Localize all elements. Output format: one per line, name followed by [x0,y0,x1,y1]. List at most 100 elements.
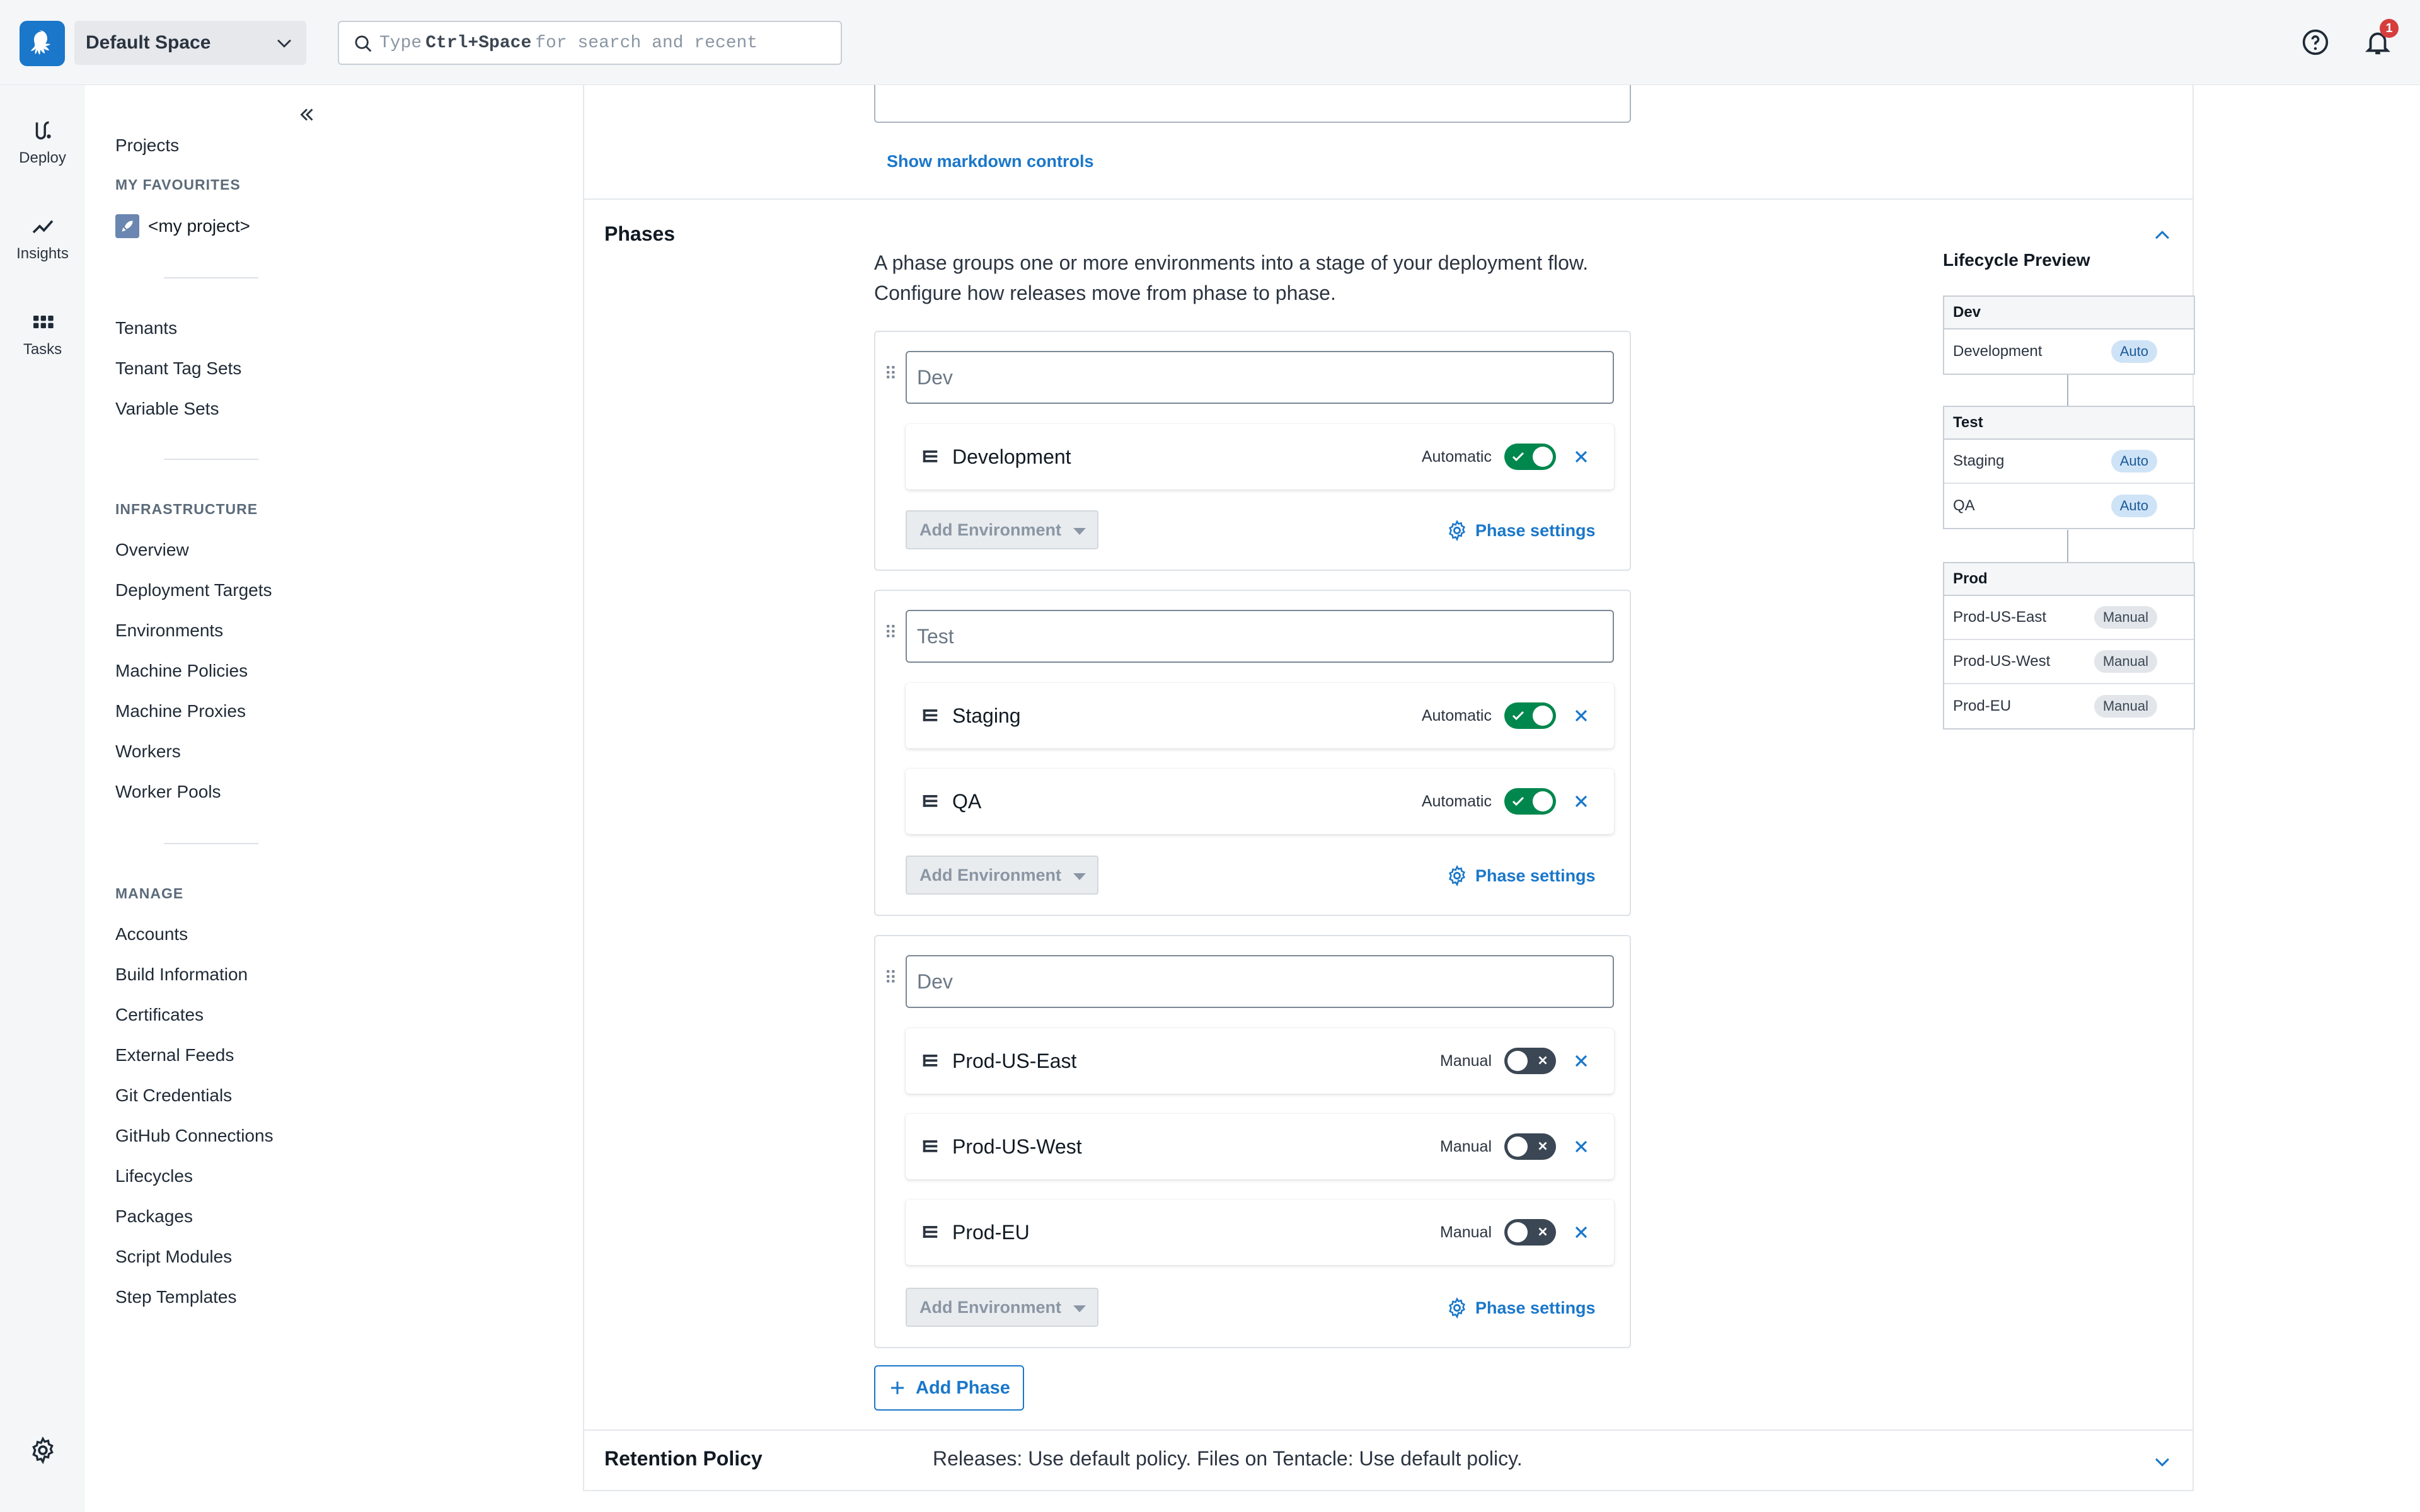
rail-tasks-label: Tasks [23,341,62,358]
divider [164,459,258,460]
status-badge: Auto [2111,495,2157,517]
favourite-project-label: <my project> [148,216,250,236]
drag-handle-icon[interactable]: ⠿ [884,364,897,384]
insights-icon [32,220,53,234]
rail-insights-label: Insights [16,245,69,262]
close-icon[interactable] [1571,1137,1591,1157]
phase-card: ⠿ Dev Prod-US-East Manual Prod-US-West M… [874,935,1631,1348]
add-environment-button[interactable]: Add Environment [906,510,1098,549]
phase-name-input[interactable]: Dev [906,955,1614,1008]
favourite-project[interactable]: <my project> [115,214,250,238]
automatic-label: Automatic [1421,447,1492,466]
retention-policy-summary: Releases: Use default policy. Files on T… [933,1447,1523,1470]
automatic-toggle[interactable] [1504,788,1556,815]
help-icon[interactable] [2302,28,2329,56]
add-environment-button[interactable]: Add Environment [906,1288,1098,1327]
nav-github-connections[interactable]: GitHub Connections [115,1126,274,1146]
icon-rail: Deploy Insights Tasks OD [0,85,85,1512]
octopus-logo-icon[interactable] [20,21,65,66]
add-environment-button[interactable]: Add Environment [906,856,1098,895]
status-badge: Manual [2094,695,2157,718]
nav-packages[interactable]: Packages [115,1206,193,1227]
preview-env: Staging Auto [1944,440,2194,484]
phase-settings-button[interactable]: Phase settings [1446,1297,1596,1319]
description-editor[interactable] [874,85,1631,123]
preview-env: Prod-US-West Manual [1944,640,2194,684]
close-icon[interactable] [1571,706,1591,726]
automatic-toggle[interactable] [1504,1133,1556,1160]
chevron-up-icon[interactable] [2152,225,2173,246]
show-markdown-controls-link[interactable]: Show markdown controls [887,152,1094,171]
nav-build-information[interactable]: Build Information [115,965,248,985]
close-icon[interactable] [1571,1222,1591,1242]
phase-settings-label: Phase settings [1475,1298,1596,1317]
automatic-toggle[interactable] [1504,1219,1556,1246]
automatic-toggle[interactable] [1504,444,1556,470]
nav-overview[interactable]: Overview [115,540,189,560]
manual-label: Manual [1440,1137,1492,1155]
nav-accounts[interactable]: Accounts [115,924,188,944]
nav-git-credentials[interactable]: Git Credentials [115,1085,232,1106]
phase-name-input[interactable]: Dev [906,351,1614,404]
close-icon[interactable] [1571,447,1591,467]
chevron-down-icon[interactable] [2152,1451,2173,1472]
preview-phase-name: Dev [1944,297,2194,329]
phase-settings-button[interactable]: Phase settings [1446,865,1596,886]
nav-tenants[interactable]: Tenants [115,318,177,338]
nav-workers[interactable]: Workers [115,742,181,762]
nav-tenant-tag-sets[interactable]: Tenant Tag Sets [115,358,241,379]
phase-settings-label: Phase settings [1475,520,1596,540]
status-badge: Auto [2111,340,2157,363]
nav-environments[interactable]: Environments [115,621,223,641]
rail-deploy[interactable]: Deploy [0,118,85,167]
add-phase-label: Add Phase [916,1377,1010,1398]
space-selector[interactable]: Default Space [74,21,306,65]
library-sidebar: Projects MY FAVOURITES <my project> Tena… [85,85,336,1512]
search-prefix: Type [379,33,422,53]
close-icon[interactable] [1571,791,1591,811]
phase-settings-button[interactable]: Phase settings [1446,520,1596,541]
environment-icon [923,1226,938,1238]
plus-icon [891,1382,904,1394]
phases-description: A phase groups one or more environments … [874,251,1589,304]
automatic-toggle[interactable] [1504,1048,1556,1074]
top-bar: Default Space Type Ctrl+Space for search… [0,0,2420,85]
nav-certificates[interactable]: Certificates [115,1005,204,1025]
drag-handle-icon[interactable]: ⠿ [884,968,897,988]
deploy-icon [35,121,51,140]
nav-worker-pools[interactable]: Worker Pools [115,782,221,802]
manual-label: Manual [1440,1223,1492,1241]
preview-phase-name: Test [1944,407,2194,440]
nav-machine-proxies[interactable]: Machine Proxies [115,701,246,721]
gear-icon[interactable] [29,1436,57,1464]
divider [164,843,258,844]
nav-deployment-targets[interactable]: Deployment Targets [115,580,272,600]
nav-lifecycles[interactable]: Lifecycles [115,1166,193,1186]
phase-name-input[interactable]: Test [906,610,1614,663]
nav-machine-policies[interactable]: Machine Policies [115,661,248,681]
drag-handle-icon[interactable]: ⠿ [884,622,897,643]
divider [164,277,258,278]
retention-policy-title[interactable]: Retention Policy [604,1447,763,1470]
phase-card: ⠿ Dev Development Automatic Add Environm… [874,331,1631,571]
nav-variable-sets[interactable]: Variable Sets [115,399,219,419]
collapse-icon[interactable] [296,104,318,125]
nav-step-templates[interactable]: Step Templates [115,1287,237,1307]
rail-insights[interactable]: Insights [0,214,85,263]
environment-name: Prod-US-West [952,1135,1082,1158]
nav-external-feeds[interactable]: External Feeds [115,1045,234,1065]
rail-tasks[interactable]: Tasks [0,309,85,358]
environment-row: Prod-US-West Manual [906,1114,1614,1179]
add-phase-button[interactable]: Add Phase [874,1365,1024,1411]
nav-projects[interactable]: Projects [115,135,179,156]
close-icon[interactable] [1571,1051,1591,1071]
automatic-toggle[interactable] [1504,702,1556,729]
close-icon [1538,1056,1547,1065]
add-environment-label: Add Environment [919,520,1062,539]
search-icon [355,35,372,52]
search-input[interactable]: Type Ctrl+Space for search and recent [338,21,842,65]
notification-badge: 1 [2380,19,2399,38]
nav-script-modules[interactable]: Script Modules [115,1247,232,1267]
preview-phase: Dev Development Auto [1943,295,2195,375]
close-icon [1538,1142,1547,1150]
